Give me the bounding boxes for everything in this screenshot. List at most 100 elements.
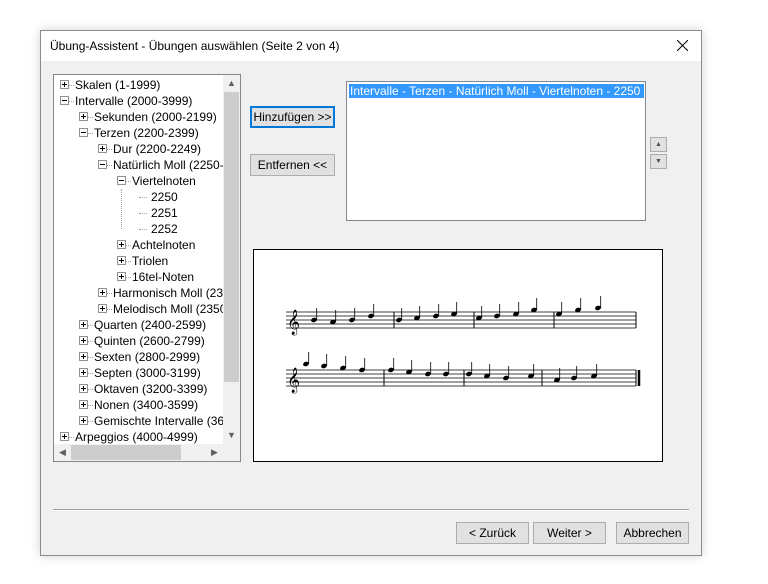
remove-button[interactable]: Entfernen << xyxy=(250,154,335,176)
tree-connector xyxy=(88,405,93,406)
tree-item[interactable]: Oktaven (3200-3399) xyxy=(54,381,223,397)
tree-item[interactable]: Nonen (3400-3599) xyxy=(54,397,223,413)
exercise-wizard-dialog: Übung-Assistent - Übungen auswählen (Sei… xyxy=(40,30,702,556)
tree-connector xyxy=(126,277,131,278)
tree-connector xyxy=(88,341,93,342)
tree-item[interactable]: Dur (2200-2249) xyxy=(54,141,223,157)
tree-item[interactable]: 2250 xyxy=(54,189,223,205)
cancel-button[interactable]: Abbrechen xyxy=(616,522,689,544)
close-button[interactable] xyxy=(671,34,695,58)
expand-icon[interactable] xyxy=(98,304,107,313)
collapse-icon[interactable] xyxy=(98,160,107,169)
tree-item-label: Arpeggios (4000-4999) xyxy=(75,430,198,444)
tree-item-label: Nonen (3400-3599) xyxy=(94,398,199,412)
expand-icon[interactable] xyxy=(98,288,107,297)
tree-item[interactable]: Natürlich Moll (2250-2299) xyxy=(54,157,223,173)
tree-item[interactable]: Triolen xyxy=(54,253,223,269)
tree-item-label: Sexten (2800-2999) xyxy=(94,350,201,364)
tree-connector xyxy=(88,389,93,390)
tree-item-label: Triolen xyxy=(132,254,169,268)
expand-icon[interactable] xyxy=(79,352,88,361)
close-icon xyxy=(677,40,688,51)
tree-item-label: Intervalle (2000-3999) xyxy=(75,94,193,108)
notation-preview: 𝄞 𝄞 xyxy=(253,249,663,462)
tree-item[interactable]: 2251 xyxy=(54,205,223,221)
list-item[interactable]: Intervalle - Terzen - Natürlich Moll - V… xyxy=(349,84,644,98)
tree-item[interactable]: Melodisch Moll (2350-2399) xyxy=(54,301,223,317)
move-up-button[interactable]: ▲ xyxy=(650,137,667,152)
expand-icon[interactable] xyxy=(79,336,88,345)
tree-item-label: Achtelnoten xyxy=(132,238,196,252)
back-button[interactable]: < Zurück xyxy=(456,522,529,544)
tree-item-label: Harmonisch Moll (2300-2349) xyxy=(113,286,223,300)
tree-horizontal-scrollbar[interactable]: ◀ ▶ xyxy=(54,444,223,461)
expand-icon[interactable] xyxy=(79,112,88,121)
scroll-right-icon[interactable]: ▶ xyxy=(206,444,223,461)
tree-item[interactable]: Arpeggios (4000-4999) xyxy=(54,429,223,445)
exercise-tree[interactable]: Skalen (1-1999) Intervalle (2000-3999) Sek… xyxy=(53,74,241,462)
arrow-up-icon: ▲ xyxy=(655,141,662,148)
treble-clef-icon: 𝄞 xyxy=(287,309,300,335)
music-staff-preview: 𝄞𝄞 xyxy=(286,296,641,393)
expand-icon[interactable] xyxy=(60,80,69,89)
expand-icon[interactable] xyxy=(98,144,107,153)
tree-item[interactable]: Sexten (2800-2999) xyxy=(54,349,223,365)
tree-item-label: 16tel-Noten xyxy=(132,270,195,284)
selected-exercises-list[interactable]: Intervalle - Terzen - Natürlich Moll - V… xyxy=(346,81,646,221)
tree-connector xyxy=(107,293,112,294)
tree-item[interactable]: Quinten (2600-2799) xyxy=(54,333,223,349)
expand-icon[interactable] xyxy=(79,400,88,409)
tree-connector xyxy=(107,165,112,166)
expand-icon[interactable] xyxy=(79,384,88,393)
tree-item[interactable]: Terzen (2200-2399) xyxy=(54,125,223,141)
tree-connector xyxy=(107,309,112,310)
tree-item-label: Skalen (1-1999) xyxy=(75,78,161,92)
expand-icon[interactable] xyxy=(117,272,126,281)
tree-connector xyxy=(69,85,74,86)
tree-item[interactable]: 16tel-Noten xyxy=(54,269,223,285)
tree-item[interactable]: Sekunden (2000-2199) xyxy=(54,109,223,125)
tree-item-label: Gemischte Intervalle (3600-3999) xyxy=(94,414,223,428)
tree-item[interactable]: Quarten (2400-2599) xyxy=(54,317,223,333)
tree-item[interactable]: Harmonisch Moll (2300-2349) xyxy=(54,285,223,301)
vertical-scroll-thumb[interactable] xyxy=(224,92,239,382)
tree-item[interactable]: Achtelnoten xyxy=(54,237,223,253)
tree-item-label: Sekunden (2000-2199) xyxy=(94,110,217,124)
treble-clef-icon: 𝄞 xyxy=(287,367,300,393)
tree-connector xyxy=(69,437,74,438)
tree-item-label: Dur (2200-2249) xyxy=(113,142,202,156)
horizontal-scroll-thumb[interactable] xyxy=(71,445,181,460)
expand-icon[interactable] xyxy=(79,320,88,329)
tree-connector xyxy=(139,229,147,230)
move-down-button[interactable]: ▼ xyxy=(650,154,667,169)
tree-item[interactable]: Gemischte Intervalle (3600-3999) xyxy=(54,413,223,429)
tree-connector xyxy=(69,101,74,102)
expand-icon[interactable] xyxy=(117,256,126,265)
expand-icon[interactable] xyxy=(79,368,88,377)
tree-connector xyxy=(88,357,93,358)
tree-connector xyxy=(88,133,93,134)
tree-item[interactable]: Skalen (1-1999) xyxy=(54,77,223,93)
tree-connector xyxy=(107,149,112,150)
collapse-icon[interactable] xyxy=(79,128,88,137)
tree-item[interactable]: Intervalle (2000-3999) xyxy=(54,93,223,109)
tree-item[interactable]: Septen (3000-3199) xyxy=(54,365,223,381)
scroll-down-icon[interactable]: ▼ xyxy=(223,427,240,444)
tree-item[interactable]: 2252 xyxy=(54,221,223,237)
expand-icon[interactable] xyxy=(60,432,69,441)
expand-icon[interactable] xyxy=(79,416,88,425)
title-bar: Übung-Assistent - Übungen auswählen (Sei… xyxy=(41,31,701,61)
collapse-icon[interactable] xyxy=(60,96,69,105)
expand-icon[interactable] xyxy=(117,240,126,249)
next-button[interactable]: Weiter > xyxy=(533,522,606,544)
scroll-left-icon[interactable]: ◀ xyxy=(54,444,71,461)
tree-guide-line xyxy=(121,189,122,229)
tree-item[interactable]: Viertelnoten xyxy=(54,173,223,189)
tree-connector xyxy=(88,117,93,118)
tree-vertical-scrollbar[interactable]: ▲ ▼ xyxy=(223,75,240,444)
scroll-up-icon[interactable]: ▲ xyxy=(223,75,240,92)
add-button[interactable]: Hinzufügen >> xyxy=(250,106,335,128)
collapse-icon[interactable] xyxy=(117,176,126,185)
tree-connector xyxy=(88,325,93,326)
tree-item-label: Viertelnoten xyxy=(132,174,196,188)
